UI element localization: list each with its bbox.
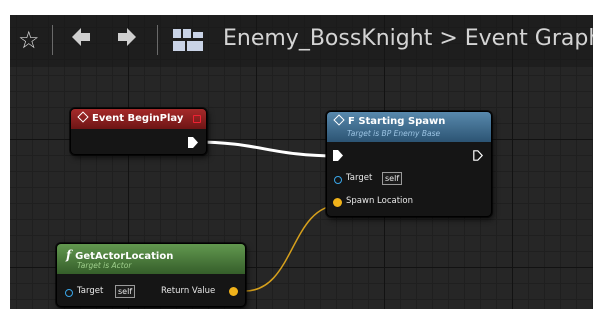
target-pin-label: Target — [77, 286, 104, 296]
node-subtitle: Target is Actor — [77, 261, 132, 270]
function-diamond-icon — [333, 114, 345, 126]
blueprint-icon — [173, 29, 203, 51]
breadcrumb-blueprint[interactable]: Enemy_BossKnight — [223, 26, 432, 51]
graph-frame: ☆ Enemy_BossKnight > Event Graph Event Beg… — [10, 15, 593, 309]
event-diamond-icon — [77, 111, 89, 123]
node-title-wrap: f GetActorLocation — [63, 248, 173, 262]
exec-wire[interactable] — [193, 140, 339, 158]
graph-toolbar: ☆ Enemy_BossKnight > Event Graph — [10, 15, 593, 67]
back-arrow-icon[interactable] — [70, 24, 92, 57]
node-title: F Starting Spawn — [348, 116, 446, 127]
star-icon[interactable]: ☆ — [18, 25, 40, 55]
event-beginplay-node[interactable]: Event BeginPlay — [70, 108, 207, 155]
exec-in-pin[interactable] — [333, 150, 343, 161]
exec-out-pin[interactable] — [188, 137, 198, 148]
spawn-location-pin-label: Spawn Location — [346, 196, 413, 206]
return-value-pin-label: Return Value — [161, 286, 216, 296]
node-title-wrap: Event BeginPlay — [77, 111, 184, 124]
target-object-pin[interactable] — [334, 176, 342, 184]
target-object-pin[interactable] — [65, 289, 73, 297]
target-self-field[interactable]: self — [382, 172, 403, 185]
breadcrumb-graph[interactable]: Event Graph — [465, 26, 593, 51]
node-title: Event BeginPlay — [92, 113, 184, 124]
node-title-wrap: F Starting Spawn — [333, 114, 446, 127]
spawn-location-vector-pin[interactable] — [333, 198, 342, 207]
exec-out-pin[interactable] — [473, 150, 483, 161]
breadcrumb: Enemy_BossKnight > Event Graph — [223, 23, 593, 55]
return-value-vector-pin[interactable] — [229, 287, 238, 296]
node-header: Event BeginPlay — [71, 109, 206, 129]
toolbar-separator — [52, 25, 53, 55]
starting-spawn-node[interactable]: F Starting Spawn Target is BP Enemy Base… — [326, 111, 492, 217]
function-f-icon: f — [66, 248, 72, 262]
toolbar-separator — [157, 25, 158, 55]
breadcrumb-separator: > — [439, 26, 458, 51]
node-header: f GetActorLocation Target is Actor — [57, 244, 245, 274]
forward-arrow-icon[interactable] — [116, 24, 138, 57]
delegate-pin[interactable] — [193, 115, 201, 123]
node-header: F Starting Spawn Target is BP Enemy Base — [327, 112, 491, 142]
node-subtitle: Target is BP Enemy Base — [347, 129, 441, 138]
target-self-field[interactable]: self — [115, 285, 136, 298]
location-wire[interactable] — [244, 204, 341, 292]
get-actor-location-node[interactable]: f GetActorLocation Target is Actor Target… — [56, 243, 246, 307]
target-pin-label: Target — [346, 173, 373, 183]
